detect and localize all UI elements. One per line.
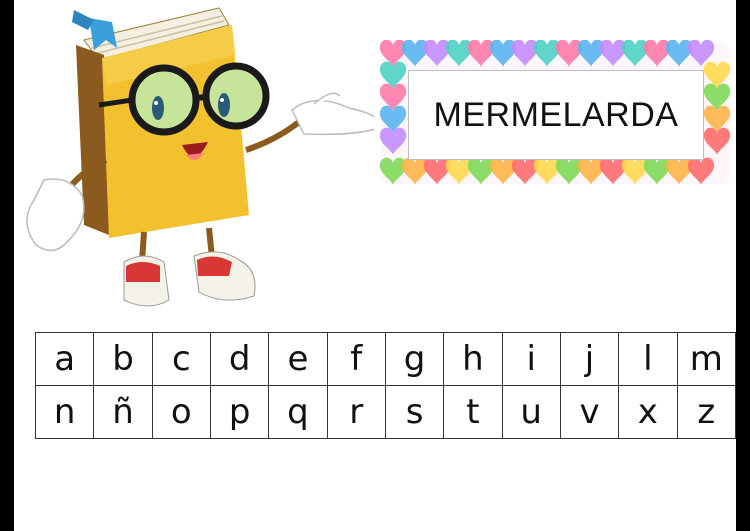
letter-cell: t [443, 385, 503, 439]
letter-cell: s [384, 385, 445, 439]
letter-cell: v [559, 385, 620, 439]
letter-cell: u [501, 385, 561, 439]
book-mascot-illustration [26, 7, 374, 307]
letter-cell: d [209, 332, 270, 386]
letter-cell: g [384, 332, 445, 386]
letter-cell: e [268, 332, 328, 386]
letter-cell: z [676, 385, 736, 439]
letter-cell: i [501, 332, 561, 386]
letter-cell: q [268, 385, 328, 439]
alphabet-row-1: abcdefghijlm [34, 332, 736, 386]
letter-cell: l [618, 332, 678, 386]
word-card: MERMELARDA [408, 70, 704, 160]
letter-cell: j [559, 332, 620, 386]
letter-cell: a [34, 332, 95, 386]
letter-cell: c [151, 332, 211, 386]
alphabet-row-2: nñopqrstuvxz [34, 385, 736, 439]
letter-cell: f [326, 332, 386, 386]
worksheet-page: MERMELARDA abcdefghijlm nñopqrstuvxz [14, 0, 736, 531]
letter-cell: m [676, 332, 736, 386]
letter-cell: p [209, 385, 270, 439]
letter-cell: ñ [93, 385, 153, 439]
letter-cell: h [443, 332, 503, 386]
letter-cell: x [618, 385, 678, 439]
letter-cell: n [34, 385, 95, 439]
word-label: MERMELARDA [433, 95, 679, 134]
alphabet-grid: abcdefghijlm nñopqrstuvxz [34, 332, 736, 439]
letter-cell: o [151, 385, 211, 439]
letter-cell: r [326, 385, 386, 439]
letter-cell: b [93, 332, 153, 386]
